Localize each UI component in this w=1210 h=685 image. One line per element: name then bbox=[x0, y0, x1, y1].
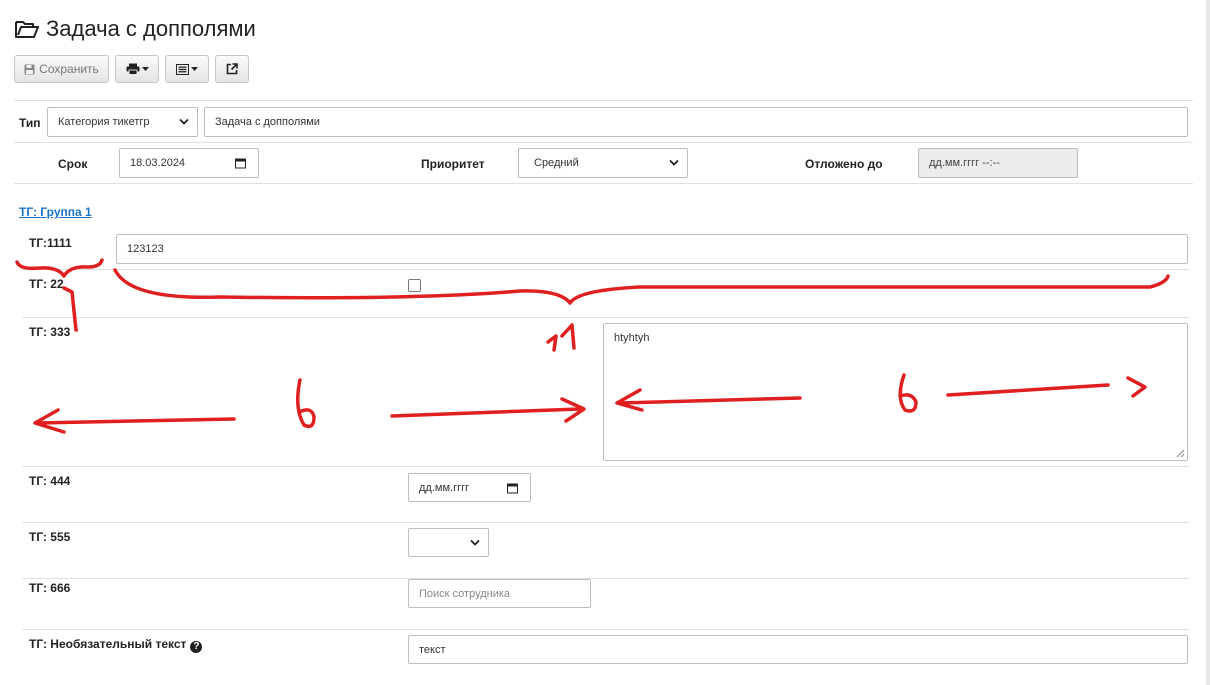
annotation-brace-large bbox=[113, 268, 1170, 305]
floppy-disk-icon bbox=[24, 64, 35, 74]
external-link-icon bbox=[226, 63, 238, 75]
divider bbox=[14, 183, 1193, 184]
annotation-digit-eleven-stroke-1 bbox=[546, 334, 558, 352]
annotation-digit-one-stroke bbox=[62, 286, 78, 332]
question-circle-icon[interactable]: ? bbox=[190, 641, 203, 653]
list-icon bbox=[176, 63, 189, 75]
field-333-value: htyhtyh bbox=[614, 332, 650, 344]
category-select[interactable]: Категория тикетгр bbox=[47, 107, 198, 137]
open-external-button[interactable] bbox=[215, 55, 249, 83]
divider bbox=[22, 466, 1189, 467]
optional-text-label: ТГ: Необязательный текст? bbox=[29, 637, 203, 653]
chevron-down-icon bbox=[470, 539, 480, 546]
field-555-select[interactable] bbox=[408, 528, 489, 557]
required-mark: * bbox=[74, 325, 79, 339]
divider bbox=[14, 142, 1193, 143]
employee-search-input[interactable]: Поиск сотрудника bbox=[408, 579, 591, 608]
printer-icon bbox=[126, 63, 139, 75]
folder-open-icon bbox=[15, 21, 39, 38]
postponed-value: дд.мм.гггг --:-- bbox=[929, 157, 1000, 169]
toolbar: Сохранить bbox=[14, 55, 249, 83]
field-222-checkbox[interactable] bbox=[408, 279, 421, 292]
annotation-digit-six-left bbox=[296, 378, 316, 429]
field-1111-input[interactable]: 123123 bbox=[116, 234, 1188, 264]
annotation-arrow-left bbox=[33, 408, 236, 434]
field-333-textarea[interactable]: htyhtyh bbox=[603, 323, 1188, 461]
caret-down-icon bbox=[141, 67, 149, 71]
category-select-value: Категория тикетгр bbox=[58, 116, 150, 128]
priority-select[interactable]: Средний bbox=[518, 148, 688, 178]
chevron-down-icon bbox=[669, 159, 679, 166]
postponed-label: Отложено до bbox=[805, 157, 883, 171]
divider bbox=[22, 269, 1189, 270]
save-button-label: Сохранить bbox=[39, 62, 99, 76]
field-555-label: ТГ: 555 bbox=[29, 530, 71, 544]
resize-handle-icon[interactable] bbox=[1176, 449, 1185, 458]
field-444-date-input[interactable]: дд.мм.гггг bbox=[408, 473, 531, 502]
page-scrollbar[interactable] bbox=[1206, 0, 1210, 685]
due-date-value: 18.03.2024 bbox=[130, 157, 186, 169]
optional-text-input[interactable]: текст bbox=[408, 635, 1188, 664]
annotation-arrow-right bbox=[390, 397, 586, 423]
field-666-label: ТГ: 666 bbox=[29, 581, 71, 595]
annotation-digit-eleven-stroke-2 bbox=[560, 323, 576, 350]
field-1111-label: ТГ:1111 bbox=[29, 236, 72, 250]
divider bbox=[22, 522, 1189, 523]
field-444-label: ТГ: 444 bbox=[29, 474, 71, 488]
field-333-label-text: ТГ: 333 bbox=[29, 325, 71, 339]
optional-text-label-text: ТГ: Необязательный текст bbox=[29, 637, 187, 651]
priority-select-value: Средний bbox=[534, 157, 579, 169]
field-222-label: ТГ: 22 bbox=[29, 277, 64, 291]
divider bbox=[14, 100, 1193, 101]
divider bbox=[22, 629, 1189, 630]
employee-search-placeholder: Поиск сотрудника bbox=[419, 587, 511, 600]
task-name-value: Задача с допполями bbox=[215, 116, 320, 128]
save-button[interactable]: Сохранить bbox=[14, 55, 109, 83]
page-header: Задача с допполями bbox=[14, 16, 256, 42]
print-dropdown-button[interactable] bbox=[115, 55, 159, 83]
annotation-brace-small bbox=[15, 258, 104, 278]
caret-down-icon bbox=[191, 67, 198, 71]
task-name-input[interactable]: Задача с допполями bbox=[204, 107, 1188, 137]
priority-label: Приоритет bbox=[421, 157, 485, 171]
divider bbox=[22, 578, 1189, 579]
page-title: Задача с допполями bbox=[46, 16, 256, 41]
chevron-down-icon bbox=[179, 118, 189, 125]
postponed-datetime-input: дд.мм.гггг --:-- bbox=[918, 148, 1078, 178]
field-1111-value: 123123 bbox=[127, 243, 164, 255]
due-date-label: Срок bbox=[58, 157, 88, 171]
divider bbox=[22, 317, 1189, 318]
group-link[interactable]: ТГ: Группа 1 bbox=[19, 205, 92, 219]
optional-text-value: текст bbox=[419, 643, 446, 656]
calendar-icon[interactable] bbox=[507, 482, 518, 493]
type-label: Тип bbox=[19, 116, 41, 130]
due-date-input[interactable]: 18.03.2024 bbox=[119, 148, 259, 178]
field-444-value: дд.мм.гггг bbox=[419, 481, 470, 494]
calendar-icon[interactable] bbox=[235, 158, 246, 169]
list-dropdown-button[interactable] bbox=[165, 55, 209, 83]
field-333-label: ТГ: 333 * bbox=[29, 325, 79, 339]
